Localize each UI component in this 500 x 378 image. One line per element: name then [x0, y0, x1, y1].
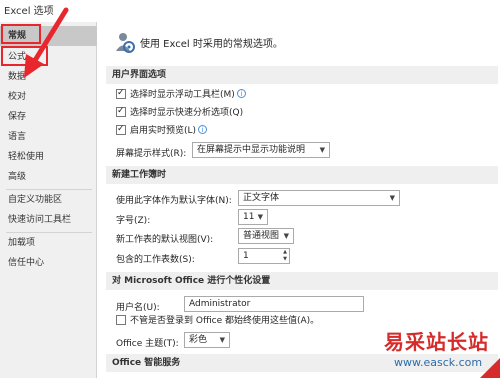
- quick-analysis-checkbox[interactable]: [116, 104, 126, 118]
- sheet-count-spinner[interactable]: 1 ▲ ▼: [238, 248, 290, 264]
- live-preview-option[interactable]: 启用实时预览(L)i: [116, 122, 208, 140]
- mini-toolbar-option[interactable]: 选择时显示浮动工具栏(M)i: [116, 86, 246, 104]
- sidebar-item-advanced[interactable]: 高级: [0, 167, 97, 187]
- screentip-value: 在屏幕提示中显示功能说明: [197, 145, 306, 155]
- sidebar-item-language[interactable]: 语言: [0, 127, 97, 147]
- always-use-checkbox[interactable]: [116, 315, 126, 325]
- username-field[interactable]: Administrator: [184, 296, 364, 312]
- quick-analysis-option[interactable]: 选择时显示快速分析选项(Q): [116, 104, 244, 122]
- section-personalize: 对 Microsoft Office 进行个性化设置: [106, 272, 498, 290]
- chevron-down-icon: ▼: [283, 232, 289, 240]
- office-theme-value: 彩色: [189, 335, 208, 345]
- live-preview-label: 启用实时预览(L): [130, 126, 197, 136]
- chevron-down-icon: ▼: [389, 194, 395, 202]
- watermark-logo-text: 易采站长站: [384, 330, 489, 354]
- section-new-workbook: 新建工作簿时: [106, 166, 498, 184]
- watermark-corner-icon: [480, 358, 500, 378]
- always-use-label: 不管是否登录到 Office 都始终使用这些值(A)。: [130, 316, 320, 326]
- sheet-count-value: 1: [243, 251, 249, 261]
- screentip-label: 屏幕提示样式(R):: [116, 149, 187, 159]
- office-theme-label: Office 主题(T):: [116, 339, 179, 349]
- username-value: Administrator: [189, 299, 251, 309]
- default-view-dropdown[interactable]: 普通视图 ▼: [238, 228, 294, 244]
- watermark: 易采站长站 www.easck.com: [370, 326, 500, 378]
- default-font-dropdown[interactable]: 正文字体 ▼: [238, 190, 400, 206]
- section-ui-options: 用户界面选项: [106, 66, 498, 84]
- watermark-url: www.easck.com: [394, 356, 483, 369]
- general-options-icon: [116, 33, 135, 53]
- font-size-label: 字号(Z):: [116, 216, 151, 226]
- sidebar-item-save[interactable]: 保存: [0, 107, 97, 127]
- live-preview-checkbox[interactable]: [116, 122, 126, 136]
- quick-analysis-label: 选择时显示快速分析选项(Q): [130, 108, 244, 118]
- sheet-count-label: 包含的工作表数(S):: [116, 255, 195, 265]
- screentip-dropdown[interactable]: 在屏幕提示中显示功能说明 ▼: [192, 142, 330, 158]
- sidebar-item-customize-ribbon[interactable]: 自定义功能区: [0, 190, 97, 210]
- office-theme-dropdown[interactable]: 彩色 ▼: [184, 332, 230, 348]
- font-size-dropdown[interactable]: 11 ▼: [238, 209, 268, 225]
- info-icon: i: [198, 125, 208, 134]
- sidebar-item-proofing[interactable]: 校对: [0, 87, 97, 107]
- page-description: 使用 Excel 时采用的常规选项。: [140, 39, 283, 50]
- font-size-value: 11: [243, 212, 255, 222]
- default-view-value: 普通视图: [243, 231, 280, 241]
- default-font-value: 正文字体: [243, 193, 280, 203]
- mini-toolbar-checkbox[interactable]: [116, 86, 126, 100]
- chevron-down-icon: ▼: [219, 336, 225, 344]
- username-label: 用户名(U):: [116, 303, 160, 313]
- default-font-label: 使用此字体作为默认字体(N):: [116, 196, 232, 206]
- mini-toolbar-label: 选择时显示浮动工具栏(M): [130, 90, 235, 100]
- info-icon: i: [236, 89, 246, 98]
- sidebar-item-addins[interactable]: 加载项: [0, 233, 97, 253]
- chevron-down-icon: ▼: [257, 213, 263, 221]
- annotation-arrow-icon: [24, 7, 69, 78]
- sidebar-item-accessibility[interactable]: 轻松使用: [0, 147, 97, 167]
- options-content: 使用 Excel 时采用的常规选项。 用户界面选项 选择时显示浮动工具栏(M)i…: [98, 22, 500, 378]
- chevron-down-icon: ▼: [319, 146, 325, 154]
- default-view-label: 新工作表的默认视图(V):: [116, 235, 214, 245]
- spinner-arrows-icon[interactable]: ▲ ▼: [283, 249, 287, 263]
- always-use-option[interactable]: 不管是否登录到 Office 都始终使用这些值(A)。: [116, 314, 319, 330]
- sidebar-item-trust-center[interactable]: 信任中心: [0, 253, 97, 273]
- sidebar-item-quick-access-toolbar[interactable]: 快速访问工具栏: [0, 210, 97, 230]
